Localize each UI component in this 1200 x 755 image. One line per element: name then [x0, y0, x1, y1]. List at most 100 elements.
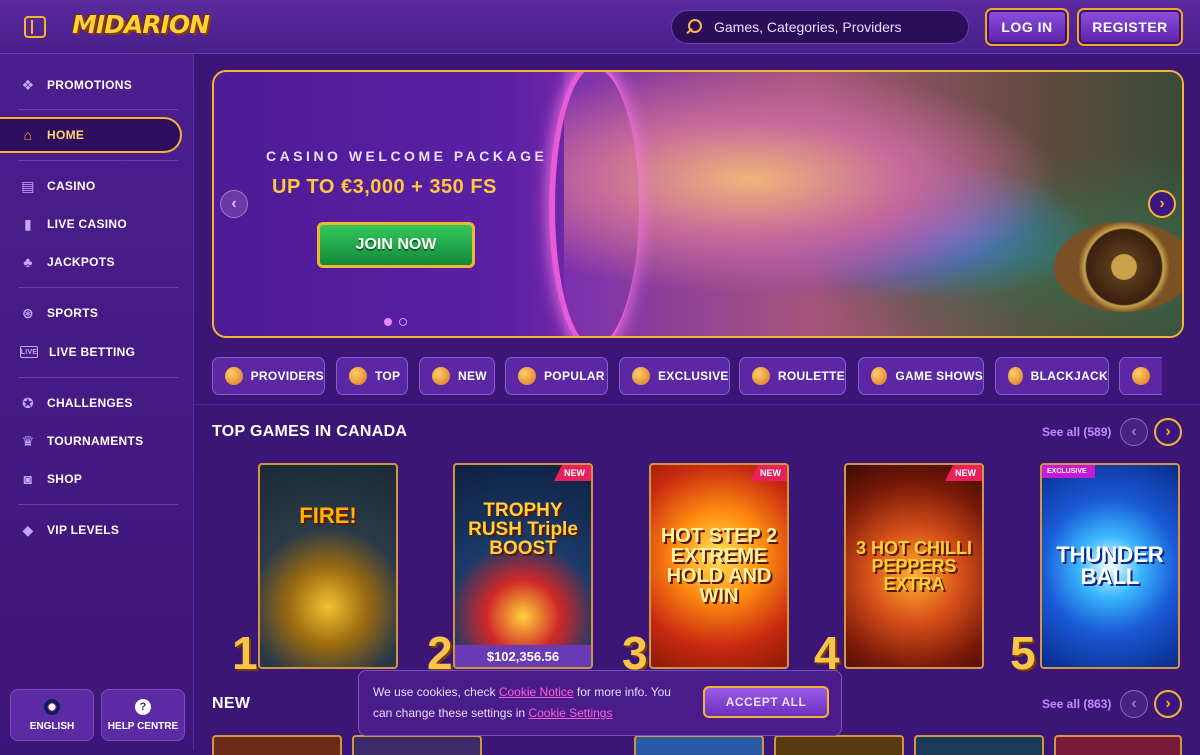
game-card[interactable]: HOT STEP 2 EXTREME HOLD AND WIN NEW — [649, 463, 789, 669]
language-button[interactable]: ENGLISH — [10, 689, 94, 741]
banner-glow-arc — [549, 72, 639, 336]
sidebar-item-challenges[interactable]: ✪ CHALLENGES — [0, 385, 194, 421]
help-centre-button[interactable]: ? HELP CENTRE — [101, 689, 185, 741]
top-icon — [349, 367, 367, 385]
new-games-next-arrow[interactable]: › — [1154, 690, 1182, 718]
category-label: GAME SHOWS — [895, 369, 983, 383]
sidebar-item-live-betting[interactable]: LIVE LIVE BETTING — [0, 334, 194, 370]
new-games-title: NEW — [212, 695, 251, 712]
register-button[interactable]: REGISTER — [1077, 8, 1183, 46]
sidebar-item-sports[interactable]: ⊛ SPORTS — [0, 295, 194, 331]
uk-flag-icon — [44, 698, 60, 715]
cookie-text: We use cookies, check Cookie Notice for … — [373, 682, 693, 724]
category-exclusive[interactable]: EXCLUSIVE — [619, 357, 730, 395]
home-icon: ⌂ — [23, 127, 33, 143]
roulette-icon — [752, 367, 770, 385]
search-icon — [686, 18, 704, 36]
cookie-settings-link[interactable]: Cookie Settings — [528, 706, 612, 720]
sidebar-item-label: CHALLENGES — [47, 396, 133, 410]
search-input[interactable]: Games, Categories, Providers — [671, 10, 969, 44]
sidebar-item-promotions[interactable]: ❖ PROMOTIONS — [0, 67, 194, 103]
sidebar-item-label: TOURNAMENTS — [47, 434, 144, 448]
sidebar-item-shop[interactable]: ◙ SHOP — [0, 461, 194, 497]
category-popular[interactable]: POPULAR — [505, 357, 608, 395]
sidebar-item-jackpots[interactable]: ♣ JACKPOTS — [0, 244, 194, 280]
game-card-partial[interactable] — [352, 735, 482, 755]
game-title: 3 HOT CHILLI PEPPERS EXTRA — [856, 538, 972, 594]
game-card-partial[interactable] — [634, 735, 764, 755]
top-games-next-arrow[interactable]: › — [1154, 418, 1182, 446]
sidebar-item-vip-levels[interactable]: ◆ VIP LEVELS — [0, 512, 194, 548]
top-games-prev-arrow[interactable]: ‹ — [1120, 418, 1148, 446]
game-card[interactable]: FIRE! — [258, 463, 398, 669]
login-button[interactable]: LOG IN — [985, 8, 1069, 46]
sidebar-item-live-casino[interactable]: ▮ LIVE CASINO — [0, 206, 194, 242]
new-games-see-all-link[interactable]: See all (863) — [1042, 697, 1111, 711]
category-label: EXCLUSIVE — [658, 369, 729, 383]
sidebar-divider — [18, 504, 178, 505]
sidebar-divider — [18, 287, 178, 288]
banner-subtitle: CASINO WELCOME PACKAGE — [266, 148, 548, 164]
trophy-icon: ♛ — [21, 432, 35, 449]
category-top[interactable]: TOP — [336, 357, 408, 395]
game-card-partial[interactable] — [212, 735, 342, 755]
sidebar-item-label: PROMOTIONS — [47, 78, 133, 92]
microphone-icon — [871, 367, 888, 385]
game-card-partial[interactable] — [914, 735, 1044, 755]
category-label: POPULAR — [544, 369, 605, 383]
new-icon — [432, 367, 450, 385]
new-games-prev-arrow[interactable]: ‹ — [1120, 690, 1148, 718]
sidebar-item-label: JACKPOTS — [47, 255, 115, 269]
pagination-dot-active[interactable] — [384, 318, 392, 326]
game-card[interactable]: 3 HOT CHILLI PEPPERS EXTRA NEW — [844, 463, 984, 669]
main-content: CASINO WELCOME PACKAGE UP TO €3,000 + 35… — [195, 54, 1200, 750]
banner-next-arrow[interactable]: › — [1148, 190, 1176, 218]
accept-all-button[interactable]: ACCEPT ALL — [703, 686, 829, 718]
category-blackjack[interactable]: BLACKJACK — [995, 357, 1109, 395]
jackpot-amount: $102,356.56 — [455, 645, 591, 667]
cookie-notice-link[interactable]: Cookie Notice — [499, 685, 574, 699]
medal-icon: ✪ — [21, 394, 35, 411]
game-card-partial[interactable] — [774, 735, 904, 755]
banner-prev-arrow[interactable]: ‹ — [220, 190, 248, 218]
sidebar-toggle-icon[interactable] — [24, 16, 46, 38]
sidebar-item-label: HOME — [47, 128, 85, 142]
cookie-text-part: We use cookies, check — [373, 685, 499, 699]
more-category-icon — [1132, 367, 1150, 385]
sidebar-item-casino[interactable]: ▤ CASINO — [0, 168, 194, 204]
pagination-dot[interactable] — [399, 318, 407, 326]
banner-pagination — [384, 318, 407, 326]
category-providers[interactable]: PROVIDERS — [212, 357, 325, 395]
top-bar: MIDARION Games, Categories, Providers LO… — [0, 0, 1200, 54]
game-title: FIRE! — [299, 503, 357, 528]
sidebar-item-label: CASINO — [47, 179, 96, 193]
ball-icon: ⊛ — [21, 304, 35, 321]
sidebar-item-tournaments[interactable]: ♛ TOURNAMENTS — [0, 423, 194, 459]
sidebar-item-home[interactable]: ⌂ HOME — [0, 117, 182, 153]
sidebar-item-label: SHOP — [47, 472, 83, 486]
category-more[interactable] — [1119, 357, 1162, 395]
banner-headline: UP TO €3,000 + 350 FS — [272, 176, 497, 198]
promo-banner[interactable]: CASINO WELCOME PACKAGE UP TO €3,000 + 35… — [212, 70, 1184, 338]
rank-number: 5 — [1010, 627, 1036, 679]
sidebar: ❖ PROMOTIONS ⌂ HOME ▤ CASINO ▮ LIVE CASINO ♣… — [0, 54, 194, 750]
game-card[interactable]: THUNDER BALL EXCLUSIVE — [1040, 463, 1180, 669]
game-card-partial[interactable] — [1054, 735, 1182, 755]
join-now-button[interactable]: JOIN NOW — [317, 222, 475, 268]
cards-icon: ▮ — [23, 215, 32, 232]
basket-icon: ◙ — [23, 471, 33, 487]
category-new[interactable]: NEW — [419, 357, 495, 395]
sidebar-item-label: VIP LEVELS — [47, 523, 120, 537]
search-placeholder: Games, Categories, Providers — [714, 19, 902, 35]
diamond-icon: ◆ — [22, 521, 34, 538]
category-roulette[interactable]: ROULETTE — [739, 357, 846, 395]
category-game-shows[interactable]: GAME SHOWS — [858, 357, 984, 395]
site-logo[interactable]: MIDARION — [68, 10, 213, 44]
category-label: TOP — [375, 369, 401, 383]
exclusive-badge: EXCLUSIVE — [1042, 465, 1095, 478]
language-label: ENGLISH — [29, 720, 75, 732]
sidebar-divider — [18, 160, 178, 161]
game-card[interactable]: TROPHY RUSH Triple BOOST NEW $102,356.56 — [453, 463, 593, 669]
category-label: PROVIDERS — [250, 369, 324, 383]
top-games-see-all-link[interactable]: See all (589) — [1042, 425, 1111, 439]
